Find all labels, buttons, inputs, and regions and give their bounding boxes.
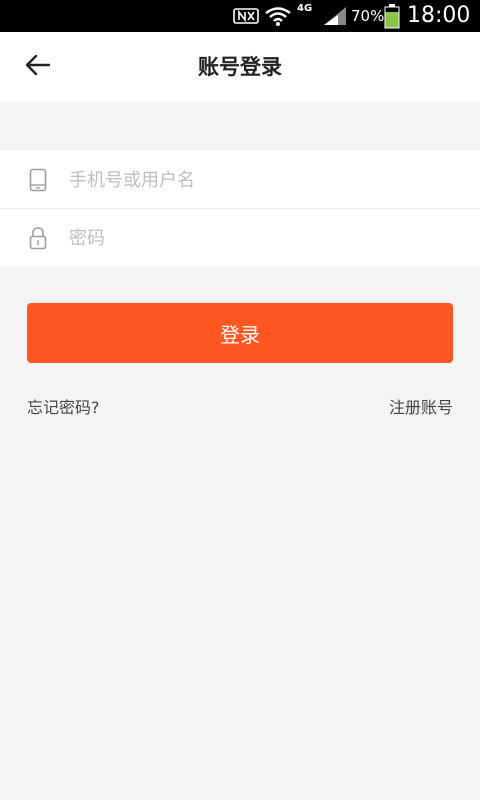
network-type-label: 4G: [297, 3, 313, 14]
login-button[interactable]: 登录: [27, 303, 453, 363]
register-link[interactable]: 注册账号: [389, 396, 453, 420]
lock-icon: [27, 225, 49, 251]
page-title: 账号登录: [198, 55, 282, 79]
clock: 18:00: [407, 3, 471, 28]
back-button[interactable]: [18, 47, 58, 87]
nfc-icon: [232, 0, 260, 32]
password-row: [0, 209, 480, 266]
password-input[interactable]: [69, 217, 459, 259]
battery-percent: 70%: [351, 7, 385, 25]
wifi-icon: [264, 0, 292, 32]
phone-icon: [27, 167, 49, 193]
username-input[interactable]: [69, 159, 459, 201]
status-bar: 4G 70% 18:00: [0, 0, 480, 32]
arrow-left-icon: [25, 54, 51, 80]
username-row: [0, 151, 480, 208]
login-form: [0, 151, 480, 266]
battery-icon: [384, 0, 400, 32]
forgot-password-link[interactable]: 忘记密码?: [27, 396, 100, 420]
app-bar: 账号登录: [0, 32, 480, 102]
signal-icon: [322, 0, 348, 32]
